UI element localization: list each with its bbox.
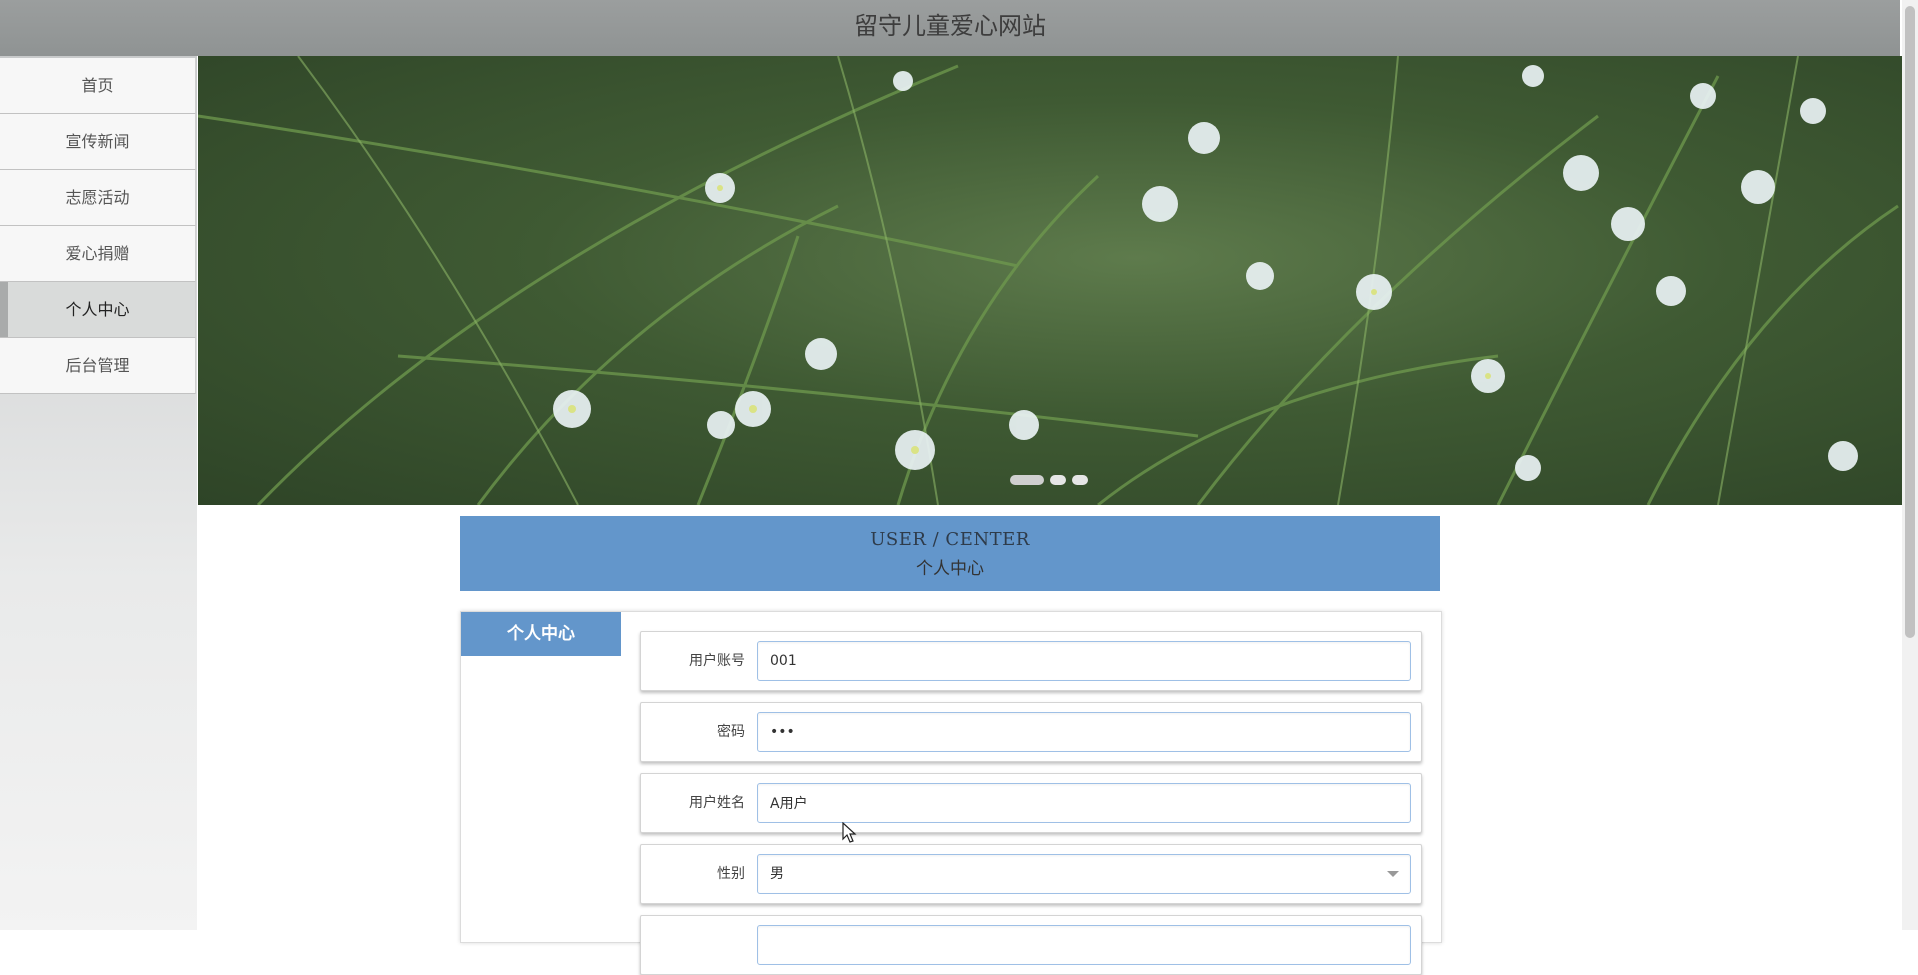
sidebar-item-label: 志愿活动 xyxy=(65,188,130,207)
account-field[interactable] xyxy=(757,641,1411,681)
sidebar-menu: 首页 宣传新闻 志愿活动 爱心捐赠 个人中心 后台管理 xyxy=(0,58,196,394)
site-title: 留守儿童爱心网站 xyxy=(854,12,1046,40)
sidebar-item-home[interactable]: 首页 xyxy=(0,58,196,114)
carousel-dot[interactable] xyxy=(1050,475,1066,485)
sidebar-item-admin[interactable]: 后台管理 xyxy=(0,338,196,394)
mouse-cursor-icon xyxy=(842,822,857,843)
sidebar-item-news[interactable]: 宣传新闻 xyxy=(0,114,196,170)
gender-label: 性别 xyxy=(717,866,745,882)
form-row-name: 用户姓名 xyxy=(640,773,1422,833)
name-field[interactable] xyxy=(757,783,1411,823)
carousel-dot[interactable] xyxy=(1072,475,1088,485)
form-row-next xyxy=(640,915,1422,975)
sidebar-item-label: 后台管理 xyxy=(65,356,130,375)
carousel-dot[interactable] xyxy=(1010,475,1044,485)
gender-selected-value[interactable]: 男 xyxy=(757,854,1411,894)
section-header: USER / CENTER 个人中心 xyxy=(460,516,1440,591)
account-label: 用户账号 xyxy=(689,653,745,669)
next-field[interactable] xyxy=(757,925,1411,965)
page-scrollbar[interactable] xyxy=(1902,0,1918,930)
password-field[interactable]: ••• xyxy=(757,712,1411,752)
name-label: 用户姓名 xyxy=(689,795,745,811)
sidebar-item-donation[interactable]: 爱心捐赠 xyxy=(0,226,196,282)
form-row-password: 密码 ••• xyxy=(640,702,1422,762)
scrollbar-thumb[interactable] xyxy=(1905,6,1915,638)
sidebar-item-label: 爱心捐赠 xyxy=(65,244,130,263)
carousel-indicators xyxy=(1010,475,1088,485)
banner-carousel xyxy=(198,56,1902,505)
sidebar-item-label: 首页 xyxy=(81,76,114,95)
banner-image xyxy=(198,56,1899,505)
form-row-gender: 性别 男 xyxy=(640,844,1422,904)
user-center-panel: 个人中心 用户账号 密码 ••• 用户姓名 性别 男 xyxy=(460,611,1442,975)
form-row-account: 用户账号 xyxy=(640,631,1422,691)
sidebar-item-user-center[interactable]: 个人中心 xyxy=(0,282,196,338)
gender-select[interactable]: 男 xyxy=(757,854,1411,894)
tab-user-center[interactable]: 个人中心 xyxy=(461,612,621,656)
section-title-cn: 个人中心 xyxy=(916,559,984,579)
sidebar-item-label: 个人中心 xyxy=(65,300,130,319)
section-title-en: USER / CENTER xyxy=(870,529,1030,550)
password-label: 密码 xyxy=(717,724,745,740)
sidebar-item-label: 宣传新闻 xyxy=(65,132,130,151)
site-header: 留守儿童爱心网站 xyxy=(0,0,1900,56)
sidebar-item-volunteer[interactable]: 志愿活动 xyxy=(0,170,196,226)
sidebar: 首页 宣传新闻 志愿活动 爱心捐赠 个人中心 后台管理 xyxy=(0,56,197,930)
chevron-down-icon xyxy=(1387,871,1399,877)
